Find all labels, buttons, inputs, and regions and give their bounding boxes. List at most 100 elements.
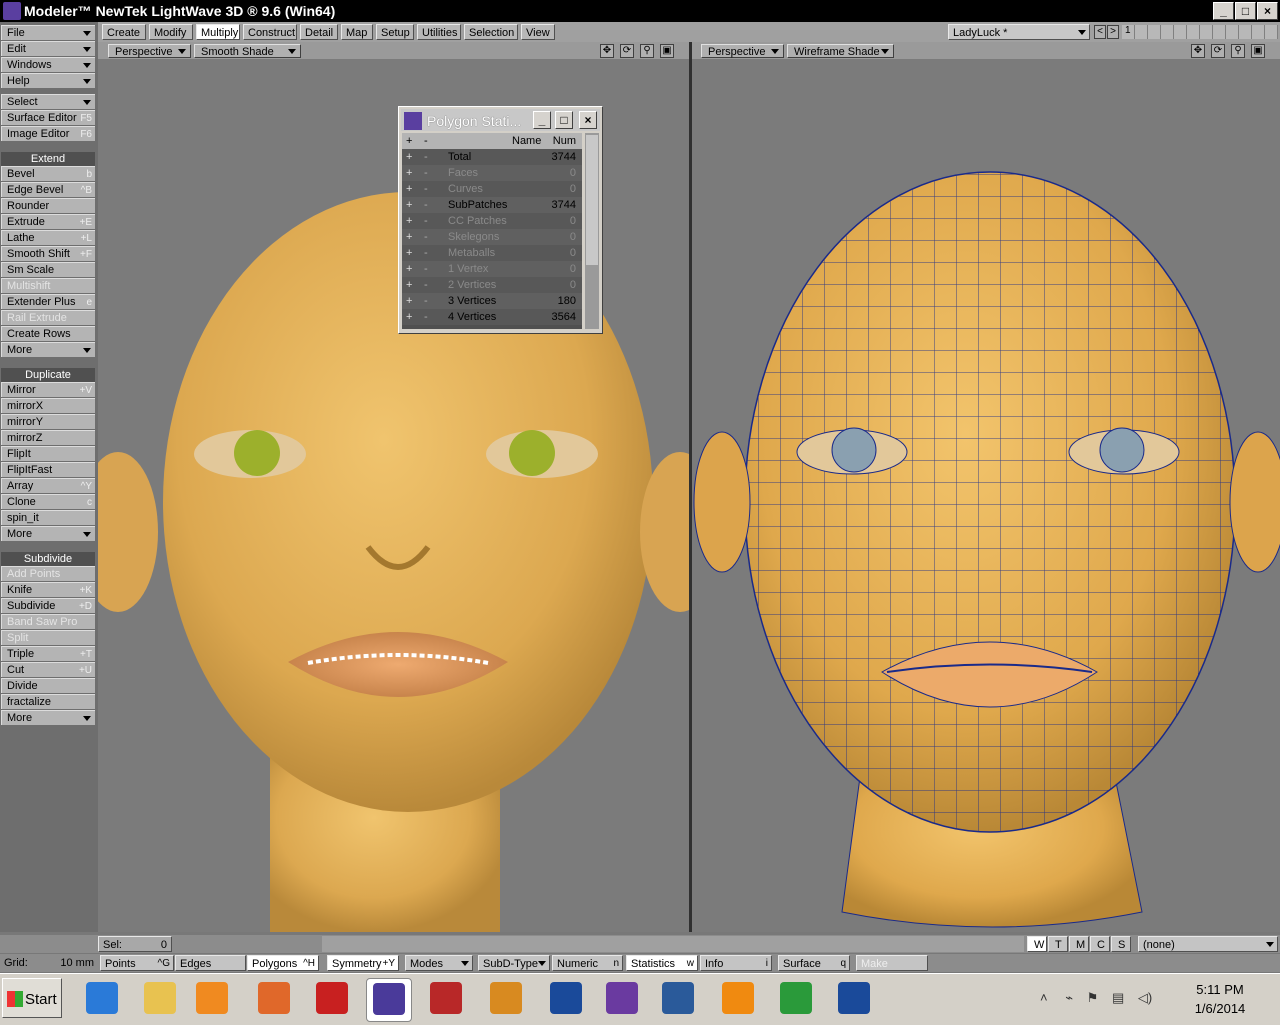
left-shade-dropdown[interactable]: Smooth Shade <box>194 44 301 58</box>
info-button[interactable]: Info i <box>700 955 772 971</box>
view-mode-w[interactable]: W <box>1027 936 1047 952</box>
surface-editor-button[interactable]: Surface Editor F5 <box>1 110 95 125</box>
image-editor-button[interactable]: Image Editor F6 <box>1 126 95 141</box>
remove-button[interactable]: - <box>424 277 428 293</box>
object-select[interactable]: LadyLuck * <box>948 24 1090 40</box>
tool-band-saw-pro[interactable]: Band Saw Pro <box>1 614 95 629</box>
surface-select[interactable]: (none) <box>1138 936 1278 952</box>
add-button[interactable]: + <box>406 277 412 293</box>
select-dropdown[interactable]: Select <box>1 94 95 109</box>
network-icon[interactable]: ⌁ <box>1065 990 1073 1005</box>
tab-utilities[interactable]: Utilities <box>417 24 461 40</box>
menu-help[interactable]: Help <box>1 73 95 88</box>
firefox-icon[interactable] <box>252 978 296 1020</box>
tool-flipitfast[interactable]: FlipItFast <box>1 462 95 477</box>
tool-create-rows[interactable]: Create Rows <box>1 326 95 341</box>
tab-selection[interactable]: Selection <box>464 24 518 40</box>
tab-view[interactable]: View <box>521 24 555 40</box>
menu-windows[interactable]: Windows <box>1 57 95 72</box>
tool-lathe[interactable]: Lathe +L <box>1 230 95 245</box>
tool-flipit[interactable]: FlipIt <box>1 446 95 461</box>
thunderbird-icon[interactable] <box>656 978 700 1020</box>
view-mode-t[interactable]: T <box>1048 936 1068 952</box>
add-button[interactable]: + <box>406 245 412 261</box>
zoom-view-icon[interactable]: ⚲ <box>1231 44 1245 58</box>
tool-mirrory[interactable]: mirrorY <box>1 414 95 429</box>
polygons-button[interactable]: Polygons ^H <box>247 955 319 971</box>
tool-array[interactable]: Array ^Y <box>1 478 95 493</box>
add-all-button[interactable]: + <box>406 133 412 149</box>
remove-button[interactable]: - <box>424 149 428 165</box>
system-tray[interactable]: ˄ ⌁ ⚑ ▤ ◁) <box>1040 990 1160 1008</box>
surface-button[interactable]: Surface q <box>778 955 850 971</box>
tool-bevel[interactable]: Bevel b <box>1 166 95 181</box>
prev-layer-button[interactable]: < <box>1094 25 1106 39</box>
volume-icon[interactable]: ◁) <box>1138 990 1152 1005</box>
tool-more[interactable]: More <box>1 342 95 357</box>
flag-icon[interactable]: ⚑ <box>1087 990 1099 1005</box>
vlc-icon[interactable] <box>716 978 760 1020</box>
add-button[interactable]: + <box>406 197 412 213</box>
maximize-view-icon[interactable]: ▣ <box>660 44 674 58</box>
modes-button[interactable]: Modes <box>405 955 473 971</box>
tray-chevron-icon[interactable]: ˄ <box>1040 990 1048 1005</box>
move-view-icon[interactable]: ✥ <box>600 44 614 58</box>
media-player-icon[interactable] <box>190 978 234 1020</box>
tool-more[interactable]: More <box>1 526 95 541</box>
layer-buttons[interactable]: 1 <box>1122 25 1278 39</box>
clock[interactable]: 5:11 PM 1/6/2014 <box>1180 980 1260 1020</box>
next-layer-button[interactable]: > <box>1107 25 1119 39</box>
tool-more[interactable]: More <box>1 710 95 725</box>
tool-fractalize[interactable]: fractalize <box>1 694 95 709</box>
remove-button[interactable]: - <box>424 293 428 309</box>
rotate-view-icon[interactable]: ⟳ <box>1211 44 1225 58</box>
stats-close-button[interactable]: × <box>579 111 597 129</box>
tool-mirror[interactable]: Mirror +V <box>1 382 95 397</box>
tool-smooth-shift[interactable]: Smooth Shift +F <box>1 246 95 261</box>
add-button[interactable]: + <box>406 165 412 181</box>
remove-button[interactable]: - <box>424 213 428 229</box>
tab-multiply[interactable]: Multiply <box>196 24 240 40</box>
stats-scrollbar[interactable] <box>585 133 599 329</box>
daz-studio-icon[interactable] <box>484 978 528 1020</box>
stats-maximize-button[interactable]: □ <box>555 111 573 129</box>
view-mode-s[interactable]: S <box>1111 936 1131 952</box>
remove-all-button[interactable]: - <box>424 133 428 149</box>
close-button[interactable]: × <box>1257 2 1278 20</box>
tool-extrude[interactable]: Extrude +E <box>1 214 95 229</box>
statistics-button[interactable]: Statistics w <box>626 955 698 971</box>
add-button[interactable]: + <box>406 309 412 325</box>
tab-map[interactable]: Map <box>341 24 373 40</box>
maximize-button[interactable]: □ <box>1235 2 1256 20</box>
left-view-dropdown[interactable]: Perspective <box>108 44 191 58</box>
edges-button[interactable]: Edges <box>175 955 246 971</box>
tool-divide[interactable]: Divide <box>1 678 95 693</box>
maximize-view-icon[interactable]: ▣ <box>1251 44 1265 58</box>
tool-rail-extrude[interactable]: Rail Extrude <box>1 310 95 325</box>
remove-button[interactable]: - <box>424 309 428 325</box>
stats-titlebar[interactable]: Polygon Stati... _ □ × <box>401 109 600 131</box>
add-button[interactable]: + <box>406 213 412 229</box>
lightwave-layout-icon[interactable] <box>424 978 468 1020</box>
tab-construct[interactable]: Construct <box>243 24 297 40</box>
tool-spin-it[interactable]: spin_it <box>1 510 95 525</box>
subd-type-button[interactable]: SubD-Type <box>478 955 550 971</box>
tool-clone[interactable]: Clone c <box>1 494 95 509</box>
add-button[interactable]: + <box>406 149 412 165</box>
tool-extender-plus[interactable]: Extender Plus e <box>1 294 95 309</box>
remove-button[interactable]: - <box>424 181 428 197</box>
tab-create[interactable]: Create <box>102 24 146 40</box>
rotate-view-icon[interactable]: ⟳ <box>620 44 634 58</box>
file-explorer-icon[interactable] <box>138 978 182 1020</box>
tool-mirrorz[interactable]: mirrorZ <box>1 430 95 445</box>
symmetry-button[interactable]: Symmetry +Y <box>327 955 399 971</box>
tool-multishift[interactable]: Multishift <box>1 278 95 293</box>
minimize-button[interactable]: _ <box>1213 2 1234 20</box>
right-shade-dropdown[interactable]: Wireframe Shade <box>787 44 894 58</box>
menu-file[interactable]: File <box>1 25 95 40</box>
tool-edge-bevel[interactable]: Edge Bevel ^B <box>1 182 95 197</box>
tab-modify[interactable]: Modify <box>149 24 193 40</box>
tool-add-points[interactable]: Add Points <box>1 566 95 581</box>
remove-button[interactable]: - <box>424 261 428 277</box>
right-view-dropdown[interactable]: Perspective <box>701 44 784 58</box>
